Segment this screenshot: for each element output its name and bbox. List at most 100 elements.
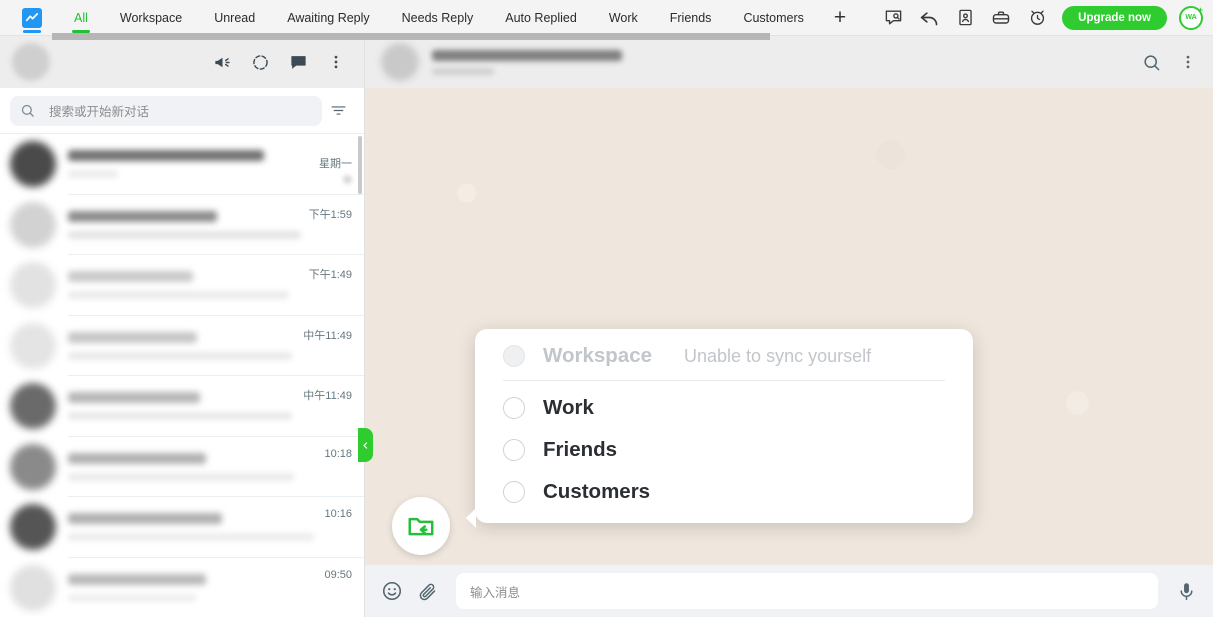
account-avatar[interactable]: WA	[1179, 5, 1203, 30]
last-message	[68, 170, 119, 179]
message-input[interactable]: 输入消息	[456, 573, 1158, 609]
tab-work[interactable]: Work	[593, 0, 654, 36]
chat-title-block	[432, 49, 1142, 75]
chat-item-content	[68, 271, 309, 300]
chat-contact-status	[432, 67, 494, 75]
chat-list-item[interactable]: 下午1:59	[0, 195, 364, 256]
avatar	[10, 564, 56, 611]
chat-list-item[interactable]: 中午11:49	[0, 316, 364, 377]
timestamp: 10:18	[324, 447, 352, 460]
last-message	[68, 291, 290, 300]
chat-list-item[interactable]: 下午1:49	[0, 255, 364, 316]
new-chat-icon[interactable]	[282, 46, 314, 78]
sidebar-header	[0, 36, 364, 88]
last-message	[68, 351, 292, 360]
status-ring-icon[interactable]	[244, 46, 276, 78]
radio-button[interactable]	[503, 439, 525, 461]
chat-item-content	[68, 452, 324, 481]
megaphone-icon[interactable]	[206, 46, 238, 78]
tab-needs-reply[interactable]: Needs Reply	[386, 0, 490, 36]
chat-item-content	[68, 573, 324, 602]
tab-label: Needs Reply	[401, 10, 474, 25]
search-icon[interactable]	[1142, 53, 1161, 72]
tab-auto-replied[interactable]: Auto Replied	[489, 0, 593, 36]
tab-customers[interactable]: Customers	[727, 0, 819, 36]
top-toolbar: All Workspace Unread Awaiting Reply Need…	[0, 0, 1213, 40]
tab-label: Friends	[669, 10, 712, 25]
chat-list-item[interactable]: 星期一	[0, 134, 364, 195]
tab-label: Work	[608, 10, 638, 25]
folder-move-icon	[408, 517, 434, 536]
search-placeholder: 搜索或开始新对话	[49, 105, 150, 119]
tabs-scrollbar[interactable]	[52, 32, 1213, 40]
folder-option-workspace: Workspace Unable to sync yourself	[475, 335, 973, 377]
microphone-icon[interactable]	[1176, 581, 1197, 602]
tab-unread[interactable]: Unread	[198, 0, 271, 36]
chat-item-content	[68, 392, 303, 421]
folder-selection-popup: Workspace Unable to sync yourself Work F…	[466, 329, 973, 528]
tab-awaiting-reply[interactable]: Awaiting Reply	[271, 0, 385, 36]
chart-logo-icon[interactable]	[22, 7, 42, 33]
chat-item-content	[68, 210, 309, 239]
sidebar-collapse-handle[interactable]	[358, 428, 373, 462]
folder-option-customers[interactable]: Customers	[475, 471, 973, 513]
chat-list-item[interactable]: 10:16	[0, 497, 364, 558]
popup-divider	[503, 380, 945, 381]
chat-message-area: Workspace Unable to sync yourself Work F…	[365, 88, 1213, 565]
move-to-folder-button[interactable]	[392, 497, 450, 555]
chat-list[interactable]: 星期一 下午1:59 下午1:49 中午11:49 中午11:49 10:18 …	[0, 134, 364, 617]
alarm-clock-icon[interactable]	[1020, 1, 1054, 35]
emoji-smiley-icon[interactable]	[381, 580, 403, 602]
main-body: 搜索或开始新对话 星期一 下午1:59 下午1:49 中午11:49 中午11:…	[0, 36, 1213, 617]
folder-option-friends[interactable]: Friends	[475, 429, 973, 471]
account-badge-label: WA	[1185, 14, 1197, 21]
folder-option-label: Workspace	[543, 344, 653, 367]
upgrade-now-button[interactable]: Upgrade now	[1062, 5, 1167, 30]
avatar[interactable]	[381, 43, 419, 81]
chat-item-content	[68, 331, 303, 360]
filter-icon[interactable]	[322, 102, 354, 119]
folder-option-work[interactable]: Work	[475, 387, 973, 429]
timestamp: 下午1:49	[308, 269, 352, 281]
folder-option-label: Work	[543, 396, 594, 419]
overflow-menu-icon[interactable]	[320, 46, 352, 78]
contact-name	[68, 392, 200, 404]
search-input[interactable]: 搜索或开始新对话	[10, 95, 322, 126]
chat-item-content	[68, 150, 319, 179]
app-root: All Workspace Unread Awaiting Reply Need…	[0, 0, 1213, 617]
tab-label: Auto Replied	[505, 10, 577, 25]
last-message	[68, 593, 197, 602]
add-tab-button[interactable]: +	[820, 0, 860, 36]
chat-list-item[interactable]: 09:50	[0, 558, 364, 617]
tab-workspace[interactable]: Workspace	[104, 0, 198, 36]
topbar-actions: Upgrade now WA	[876, 1, 1213, 35]
contact-name	[68, 210, 218, 222]
contact-name	[68, 452, 207, 464]
avatar	[10, 383, 56, 430]
paperclip-icon[interactable]	[417, 581, 438, 602]
briefcase-icon[interactable]	[984, 1, 1018, 35]
radio-button[interactable]	[503, 397, 525, 419]
sidebar-search-row: 搜索或开始新对话	[0, 88, 364, 134]
folder-option-note: Unable to sync yourself	[684, 345, 872, 366]
chat-list-item[interactable]: 10:18	[0, 437, 364, 498]
message-search-icon[interactable]	[876, 1, 910, 35]
radio-button[interactable]	[503, 481, 525, 503]
profile-avatar[interactable]	[12, 43, 50, 81]
folder-option-label: Customers	[543, 480, 651, 503]
tab-friends[interactable]: Friends	[654, 0, 728, 36]
tabs-scrollbar-thumb[interactable]	[52, 33, 770, 40]
reply-arrow-icon[interactable]	[912, 1, 946, 35]
unread-badge	[343, 175, 352, 185]
overflow-menu-icon[interactable]	[1179, 53, 1197, 71]
timestamp: 中午11:49	[303, 390, 352, 402]
tab-label: Awaiting Reply	[287, 10, 370, 25]
avatar	[10, 443, 56, 490]
contact-name	[68, 150, 264, 162]
chat-contact-name	[432, 49, 622, 61]
chat-list-item[interactable]: 中午11:49	[0, 376, 364, 437]
contact-name	[68, 331, 198, 343]
contact-card-icon[interactable]	[948, 1, 982, 35]
tab-all[interactable]: All	[58, 0, 104, 36]
avatar	[10, 322, 56, 369]
